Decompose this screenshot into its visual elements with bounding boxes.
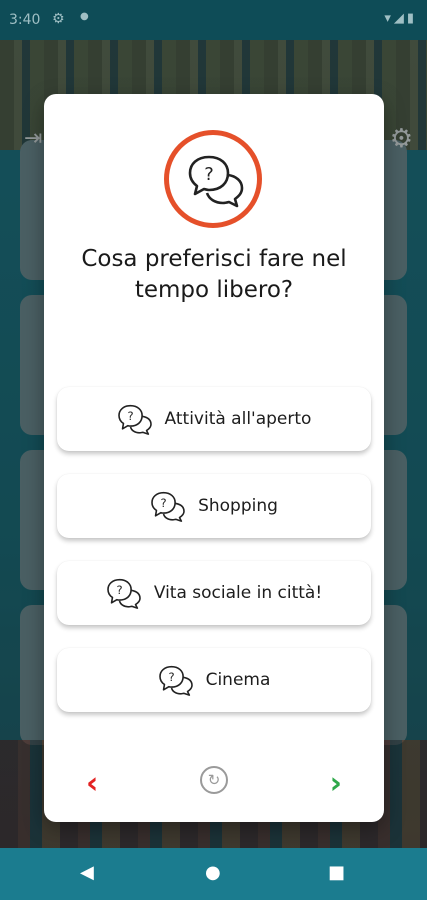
question-badge: ? xyxy=(164,130,262,228)
option-label: Attività all'aperto xyxy=(164,409,312,429)
system-status-icons: ▾◢▮ xyxy=(384,11,417,26)
notification-dot-icon: ● xyxy=(80,11,89,22)
option-label: Shopping xyxy=(198,496,278,516)
option-label: Cinema xyxy=(205,670,271,690)
status-bar: 3:40 ⚙ ● ▾◢▮ xyxy=(0,0,427,40)
svg-text:?: ? xyxy=(161,496,167,510)
next-button[interactable]: › xyxy=(330,766,342,801)
recents-icon[interactable]: ■ xyxy=(328,862,345,883)
refresh-icon[interactable]: ↻ xyxy=(200,766,228,794)
chat-question-icon: ? xyxy=(188,155,244,208)
svg-text:?: ? xyxy=(168,670,174,684)
option-label: Vita sociale in città! xyxy=(153,583,323,603)
home-icon[interactable]: ● xyxy=(205,862,221,883)
option-button[interactable]: ? Cinema xyxy=(57,648,371,712)
svg-text:?: ? xyxy=(204,164,214,185)
chat-question-icon: ? xyxy=(107,578,141,609)
chat-question-icon: ? xyxy=(158,665,193,696)
chat-question-icon: ? xyxy=(151,491,185,522)
svg-text:?: ? xyxy=(116,583,122,597)
question-title: Cosa preferisci fare nel tempo libero? xyxy=(81,246,347,303)
option-button[interactable]: ? Shopping xyxy=(57,474,371,538)
svg-text:?: ? xyxy=(127,409,133,423)
question-dialog: ? Cosa preferisci fare nel tempo libero?… xyxy=(44,94,384,822)
back-icon[interactable]: ◀ xyxy=(80,862,94,883)
option-button[interactable]: ? Vita sociale in città! xyxy=(57,561,371,625)
settings-icon: ⚙ xyxy=(52,11,65,27)
chat-question-icon: ? xyxy=(117,404,152,435)
previous-button[interactable]: ‹ xyxy=(86,766,98,801)
option-button[interactable]: ? Attività all'aperto xyxy=(57,387,371,451)
status-time: 3:40 xyxy=(9,12,41,28)
system-nav-bar: ◀ ● ■ xyxy=(0,848,427,900)
